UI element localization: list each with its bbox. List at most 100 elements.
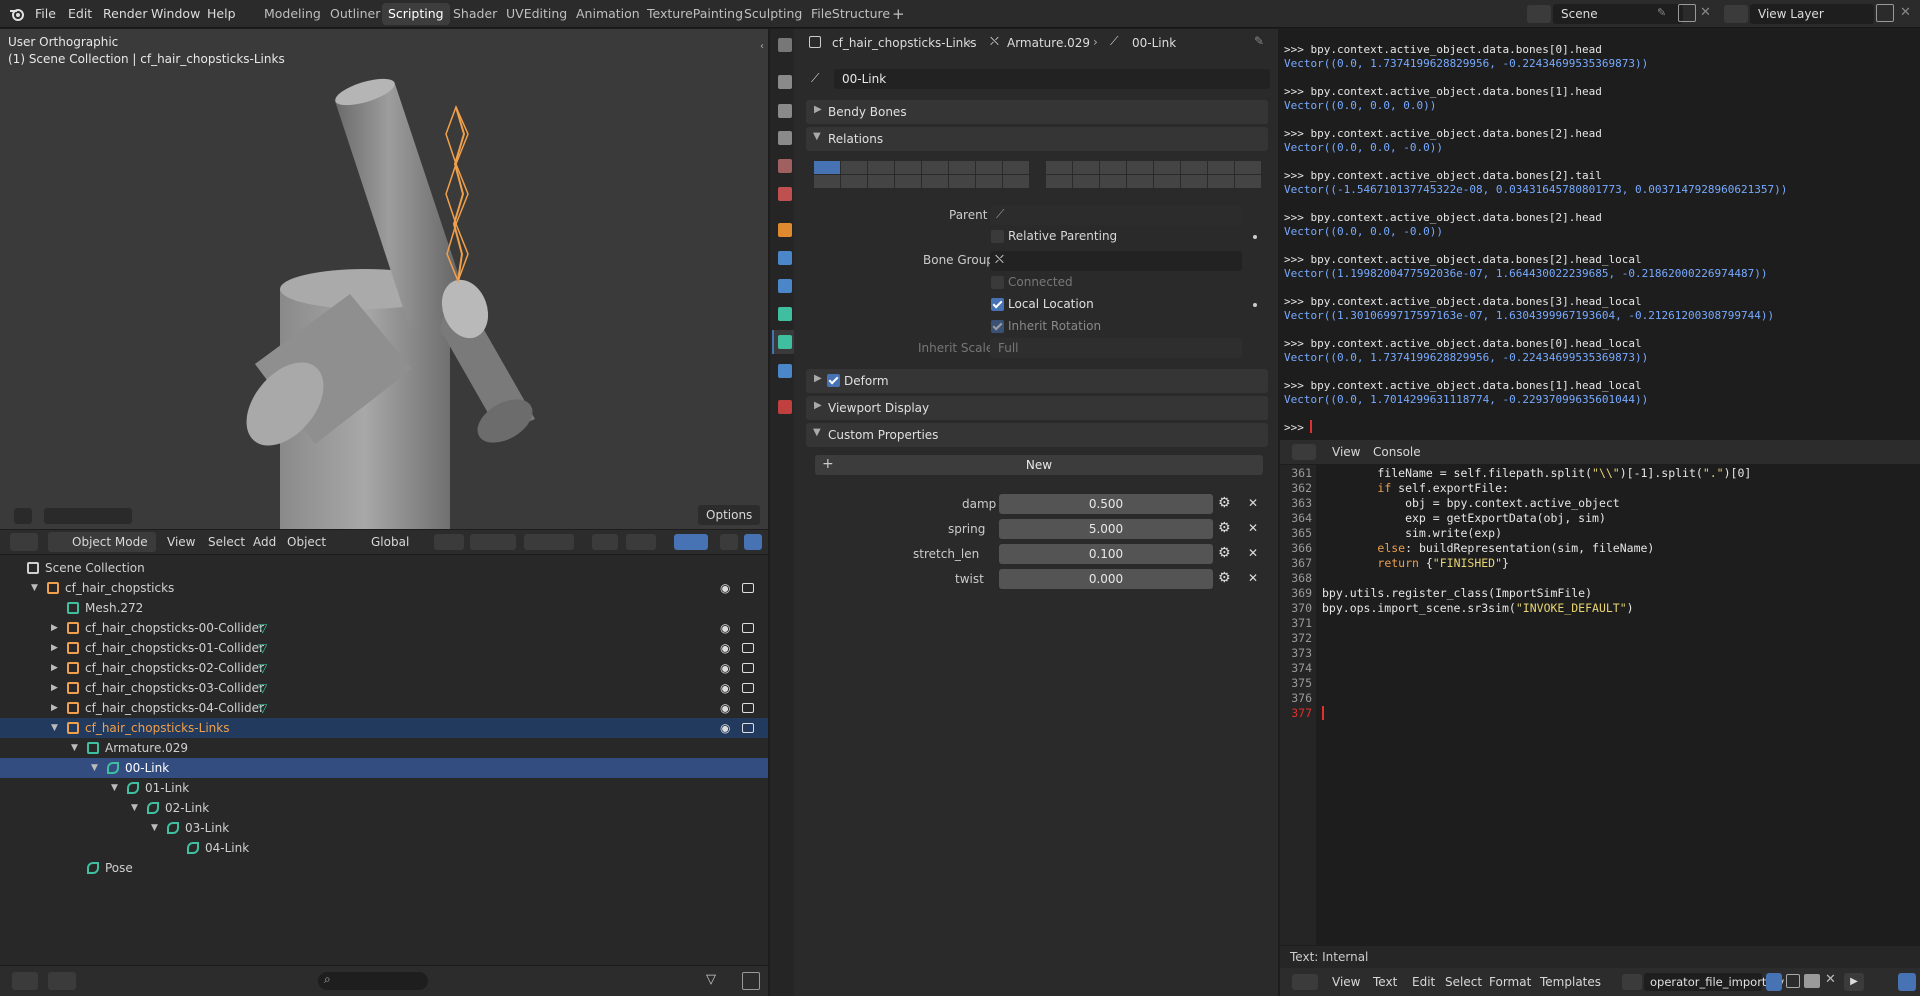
camera-render-icon[interactable] <box>742 643 754 653</box>
bone-layer-button[interactable] <box>1181 175 1207 188</box>
bone-layer-button[interactable] <box>976 161 1002 174</box>
eye-visibility-icon[interactable]: ◉ <box>720 698 730 718</box>
keyframe-dot-icon[interactable] <box>1253 303 1257 307</box>
shading-mode-icon[interactable] <box>744 534 762 550</box>
outliner-row[interactable]: ▶ cf_hair_chopsticks-03-Collider ▽ ◉ <box>0 678 768 698</box>
xray-icon[interactable] <box>720 534 738 550</box>
eye-visibility-icon[interactable]: ◉ <box>720 678 730 698</box>
console-prompt[interactable]: >>> <box>1284 421 1304 434</box>
eye-visibility-icon[interactable]: ◉ <box>720 578 730 598</box>
code-line[interactable]: bpy.utils.register_class(ImportSimFile) <box>1322 586 1592 600</box>
menu-window[interactable]: Window <box>151 0 200 28</box>
tab-modeling[interactable]: Modeling <box>258 3 327 25</box>
keyframe-dot-icon[interactable] <box>1253 235 1257 239</box>
gear-icon[interactable]: ⚙ <box>1218 570 1231 586</box>
expand-right-icon[interactable]: ▶ <box>51 618 58 638</box>
outliner-row[interactable]: ▶ cf_hair_chopsticks-04-Collider ▽ ◉ <box>0 698 768 718</box>
eye-visibility-icon[interactable]: ◉ <box>720 658 730 678</box>
expand-down-icon[interactable]: ▼ <box>51 718 58 738</box>
bone-layer-button[interactable] <box>1046 175 1072 188</box>
eye-visibility-icon[interactable]: ◉ <box>720 638 730 658</box>
camera-render-icon[interactable] <box>742 723 754 733</box>
outliner-row[interactable]: ▶ cf_hair_chopsticks-00-Collider ▽ ◉ <box>0 618 768 638</box>
outliner-row[interactable]: ▼ Armature.029 <box>0 738 768 758</box>
custom-properties-panel-header[interactable]: Custom Properties <box>806 423 1268 447</box>
expand-down-icon[interactable]: ▼ <box>151 818 158 838</box>
custom-property-value[interactable]: 5.000 <box>999 519 1213 539</box>
viewport-menu-object[interactable]: Object <box>287 532 326 552</box>
unlink-text-icon[interactable]: ✕ <box>1825 972 1836 987</box>
scene-selector-icon[interactable] <box>1527 5 1551 23</box>
tab-shader[interactable]: Shader <box>447 3 503 25</box>
new-scene-icon[interactable] <box>1678 4 1696 22</box>
camera-render-icon[interactable] <box>742 663 754 673</box>
expand-down-icon[interactable]: ▼ <box>131 798 138 818</box>
editor-type-icon[interactable] <box>10 533 38 551</box>
bone-layer-button[interactable] <box>949 175 975 188</box>
bone-layer-button[interactable] <box>1235 175 1261 188</box>
transform-orientation-dropdown[interactable]: Global <box>349 532 415 552</box>
bone-layer-button[interactable] <box>949 161 975 174</box>
overlay-icon[interactable] <box>674 534 708 550</box>
filter-icon[interactable]: ▽ <box>706 972 716 987</box>
eye-visibility-icon[interactable]: ◉ <box>720 718 730 738</box>
gizmo-icon[interactable] <box>626 534 656 550</box>
new-collection-icon[interactable] <box>742 972 760 990</box>
console-editor-type-icon[interactable] <box>1292 444 1316 460</box>
python-console[interactable]: >>> bpy.context.active_object.data.bones… <box>1280 29 1920 439</box>
select-box-mode-icon[interactable] <box>44 508 132 524</box>
relative-parenting-checkbox[interactable] <box>991 230 1004 243</box>
run-script-icon[interactable]: ▶ <box>1844 973 1864 991</box>
3d-viewport[interactable]: User Orthographic (1) Scene Collection |… <box>0 29 768 529</box>
bone-layers-left[interactable] <box>814 161 1030 189</box>
snap-icon[interactable] <box>470 534 516 550</box>
mesh-data-icon[interactable]: ▽ <box>258 658 267 678</box>
breadcrumb-object[interactable]: cf_hair_chopsticks-Links <box>832 36 976 50</box>
fake-user-shield-icon[interactable] <box>1766 973 1782 991</box>
bone-layer-button[interactable] <box>841 161 867 174</box>
expand-down-icon[interactable]: ▼ <box>31 578 38 598</box>
tool-tab-icon[interactable] <box>778 38 792 52</box>
bone-layer-button[interactable] <box>895 175 921 188</box>
camera-render-icon[interactable] <box>742 683 754 693</box>
delete-view-layer-icon[interactable]: ✕ <box>1900 5 1911 20</box>
outliner-row[interactable]: ▶ cf_hair_chopsticks-01-Collider ▽ ◉ <box>0 638 768 658</box>
connected-checkbox[interactable] <box>991 276 1004 289</box>
camera-render-icon[interactable] <box>742 583 754 593</box>
bone-layer-button[interactable] <box>1073 175 1099 188</box>
bone-layer-button[interactable] <box>1100 175 1126 188</box>
open-folder-icon[interactable] <box>1804 974 1820 988</box>
bone-constraint-tab-icon[interactable] <box>778 364 792 378</box>
outliner-row[interactable]: 04-Link <box>0 838 768 858</box>
menu-edit[interactable]: Edit <box>68 0 92 28</box>
bone-layer-button[interactable] <box>922 175 948 188</box>
bone-layer-button[interactable] <box>868 175 894 188</box>
physics-tab-icon[interactable] <box>778 279 792 293</box>
bone-layer-button[interactable] <box>1127 161 1153 174</box>
bone-layer-button[interactable] <box>1127 175 1153 188</box>
mesh-data-icon[interactable]: ▽ <box>258 698 267 718</box>
text-menu-edit[interactable]: Edit <box>1412 972 1435 992</box>
breadcrumb-armature[interactable]: Armature.029 <box>1007 36 1090 50</box>
bone-layers-right[interactable] <box>1046 161 1262 189</box>
bone-layer-button[interactable] <box>1181 161 1207 174</box>
custom-property-value[interactable]: 0.100 <box>999 544 1213 564</box>
expand-right-icon[interactable]: ▶ <box>51 638 58 658</box>
text-menu-view[interactable]: View <box>1332 972 1360 992</box>
code-line[interactable]: sim.write(exp) <box>1322 526 1502 540</box>
code-line[interactable]: return {"FINISHED"} <box>1322 556 1509 570</box>
outliner-row[interactable]: ▼ 00-Link <box>0 758 768 778</box>
inherit-scale-dropdown[interactable]: Full <box>990 338 1242 358</box>
object-tab-icon[interactable] <box>778 223 792 237</box>
proportional-edit-icon[interactable] <box>524 534 574 550</box>
duplicate-text-icon[interactable] <box>1786 974 1800 988</box>
code-line[interactable]: exp = getExportData(obj, sim) <box>1322 511 1606 525</box>
gear-icon[interactable]: ⚙ <box>1218 520 1231 536</box>
viewport-menu-view[interactable]: View <box>167 532 195 552</box>
bone-layer-button[interactable] <box>1073 161 1099 174</box>
viewport-display-panel-header[interactable]: Viewport Display <box>806 396 1268 420</box>
bone-layer-button[interactable] <box>1046 161 1072 174</box>
expand-right-icon[interactable]: ▶ <box>51 678 58 698</box>
text-menu-format[interactable]: Format <box>1489 972 1531 992</box>
camera-render-icon[interactable] <box>742 623 754 633</box>
